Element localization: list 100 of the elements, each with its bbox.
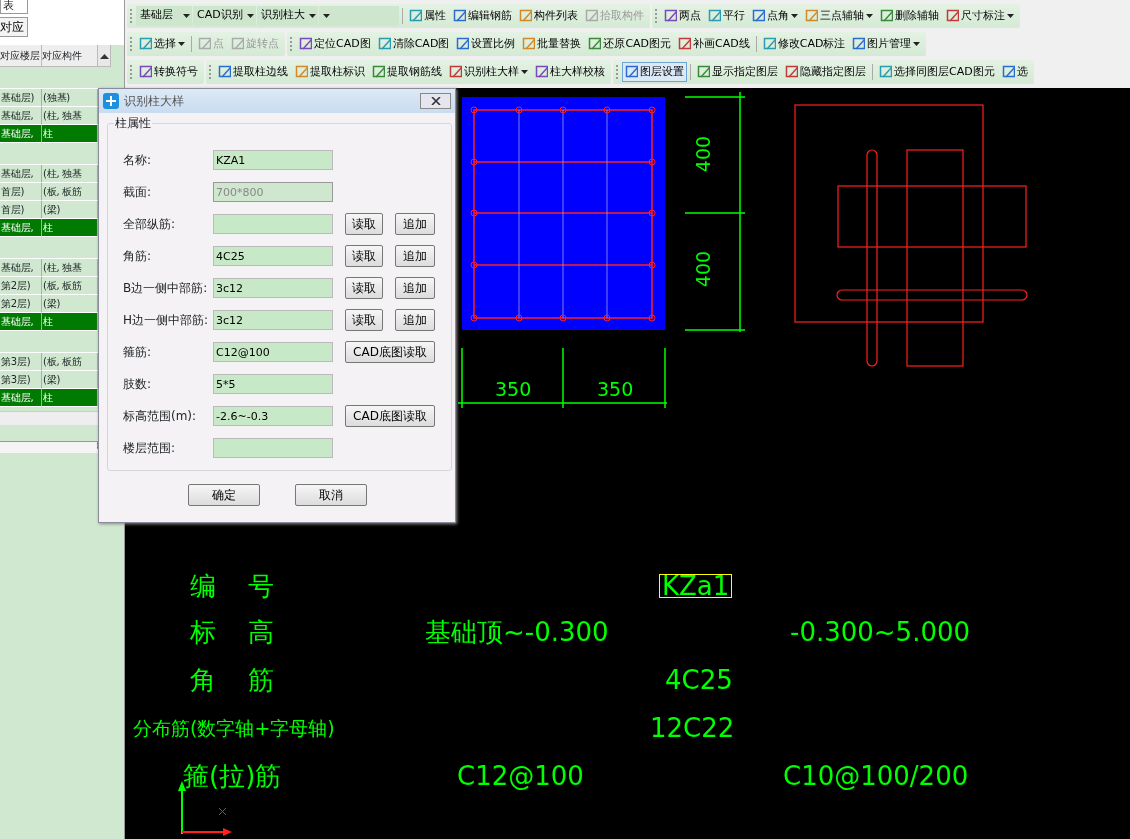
read-button[interactable]: 读取 xyxy=(345,277,383,299)
toolbar-button[interactable]: 选择 xyxy=(136,33,188,54)
input-field[interactable]: KZA1 xyxy=(213,150,333,170)
input-field[interactable]: 3c12 xyxy=(213,310,333,330)
dimension-text: 400 xyxy=(692,250,715,288)
tool-icon xyxy=(678,36,692,51)
table-cell[interactable]: 基础层, xyxy=(0,125,42,143)
schedule-value: 基础顶~-0.300 xyxy=(425,616,609,649)
tool-icon xyxy=(452,8,466,23)
tool-icon xyxy=(408,8,422,23)
caret-icon xyxy=(246,13,254,18)
dropdown[interactable]: CAD识别 xyxy=(193,5,256,26)
tool-icon xyxy=(1001,64,1015,79)
input-field[interactable]: C12@100 xyxy=(213,342,333,362)
toolbar-button[interactable]: 隐藏指定图层 xyxy=(782,61,869,82)
toolbar-button[interactable]: 两点 xyxy=(660,5,704,26)
input-field[interactable]: 5*5 xyxy=(213,374,333,394)
input-field[interactable] xyxy=(213,214,333,234)
column-header: 对应构件 xyxy=(42,45,98,67)
dimension-text: 400 xyxy=(692,135,715,173)
toolbar-button[interactable]: 编辑钢筋 xyxy=(449,5,515,26)
dropdown[interactable] xyxy=(318,5,399,26)
table-cell[interactable]: 柱 xyxy=(42,313,98,331)
toolbar-button[interactable]: 选 xyxy=(998,61,1031,82)
read-button[interactable]: 读取 xyxy=(345,309,383,331)
append-button[interactable]: 追加 xyxy=(395,213,435,235)
tool-icon xyxy=(625,64,638,79)
close-button[interactable] xyxy=(420,93,451,109)
schedule-label: 角 筋 xyxy=(190,664,274,697)
tool-icon xyxy=(852,36,866,51)
toolbar-button[interactable]: 选择同图层CAD图元 xyxy=(876,61,998,82)
tool-icon xyxy=(588,36,602,51)
field-label: 箍筋: xyxy=(123,344,153,361)
field-label: 角筋: xyxy=(123,248,153,265)
caret-icon xyxy=(183,13,190,18)
dropdown[interactable]: 基础层 xyxy=(136,5,192,26)
toolbar-button[interactable]: 识别柱大样 xyxy=(446,61,531,82)
toolbar-button[interactable]: 属性 xyxy=(405,5,449,26)
table-cell[interactable]: 基础层, xyxy=(0,219,42,237)
schedule-value: 4C25 xyxy=(665,664,733,697)
table-cell[interactable]: 首层) xyxy=(0,183,42,201)
tool-icon xyxy=(198,36,211,51)
input-field[interactable] xyxy=(213,438,333,458)
toolbar-button[interactable]: 删除辅轴 xyxy=(876,5,942,26)
toolbar-button[interactable]: 平行 xyxy=(704,5,748,26)
tool-icon xyxy=(295,64,308,79)
append-button[interactable]: 追加 xyxy=(395,245,435,267)
tool-icon xyxy=(535,64,548,79)
toolbar-button[interactable]: 图层设置 xyxy=(622,61,687,82)
field-label: 肢数: xyxy=(123,376,153,393)
table-cell[interactable]: 第2层) xyxy=(0,277,42,295)
table-cell[interactable]: 基础层, xyxy=(0,259,42,277)
toolbar-button[interactable]: 定位CAD图 xyxy=(296,33,374,54)
table-cell[interactable]: 基础层, xyxy=(0,313,42,331)
field-label: 截面: xyxy=(123,184,153,201)
read-button[interactable]: 读取 xyxy=(345,245,383,267)
input-field[interactable]: 4C25 xyxy=(213,246,333,266)
tool-icon xyxy=(804,8,818,23)
schedule-value: KZa1 xyxy=(660,575,732,597)
toolbar-button[interactable]: 设置比例 xyxy=(453,33,519,54)
append-button[interactable]: 追加 xyxy=(395,277,435,299)
table-cell[interactable]: 基础层) xyxy=(0,89,42,107)
read-button[interactable]: 读取 xyxy=(345,213,383,235)
dropdown[interactable]: 识别柱大 xyxy=(256,5,318,26)
schedule-label: 编 号 xyxy=(190,570,274,603)
panel-tab[interactable]: 表 xyxy=(0,0,28,14)
toolbar-button[interactable]: 提取柱边线 xyxy=(215,61,291,82)
toolbar-button[interactable]: 提取钢筋线 xyxy=(369,61,445,82)
toolbar-button[interactable]: 柱大样校核 xyxy=(532,61,608,82)
cancel-button[interactable]: 取消 xyxy=(294,484,367,506)
table-cell[interactable]: 第3层) xyxy=(0,353,42,371)
append-button[interactable]: 追加 xyxy=(395,309,435,331)
toolbar-button[interactable]: 还原CAD图元 xyxy=(585,33,675,54)
table-cell[interactable]: 柱 xyxy=(42,219,98,237)
tool-icon xyxy=(518,8,532,23)
toolbar-button[interactable]: 三点辅轴 xyxy=(801,5,876,26)
toolbar-button[interactable]: 批量替换 xyxy=(519,33,585,54)
toolbar-button[interactable]: 构件列表 xyxy=(515,5,581,26)
toolbar-button[interactable]: 清除CAD图 xyxy=(374,33,453,54)
read-button[interactable]: CAD底图读取 xyxy=(345,405,435,427)
toolbar-button[interactable]: 提取柱标识 xyxy=(292,61,368,82)
toolbar-button[interactable]: 修改CAD标注 xyxy=(759,33,849,54)
toolbar-button[interactable]: 点角 xyxy=(748,5,801,26)
toolbar-button[interactable]: 尺寸标注 xyxy=(942,5,1017,26)
ok-button[interactable]: 确定 xyxy=(187,484,260,506)
filter-button[interactable]: 对应 xyxy=(0,17,28,37)
tool-icon xyxy=(663,8,677,23)
input-field[interactable]: 3c12 xyxy=(213,278,333,298)
field-label: 标高范围(m): xyxy=(123,408,198,425)
table-cell[interactable]: 基础层, xyxy=(0,389,42,407)
toolbar-button[interactable]: 显示指定图层 xyxy=(694,61,781,82)
tool-icon xyxy=(751,8,765,23)
close-icon xyxy=(430,97,441,105)
read-button[interactable]: CAD底图读取 xyxy=(345,341,435,363)
toolbar-button[interactable]: 图片管理 xyxy=(849,33,924,54)
table-cell[interactable]: 柱 xyxy=(42,389,98,407)
toolbar-button[interactable]: 补画CAD线 xyxy=(675,33,753,54)
input-field[interactable]: -2.6~-0.3 xyxy=(213,406,333,426)
table-cell[interactable]: 柱 xyxy=(42,125,98,143)
table-cell[interactable]: 基础层, xyxy=(0,165,42,183)
